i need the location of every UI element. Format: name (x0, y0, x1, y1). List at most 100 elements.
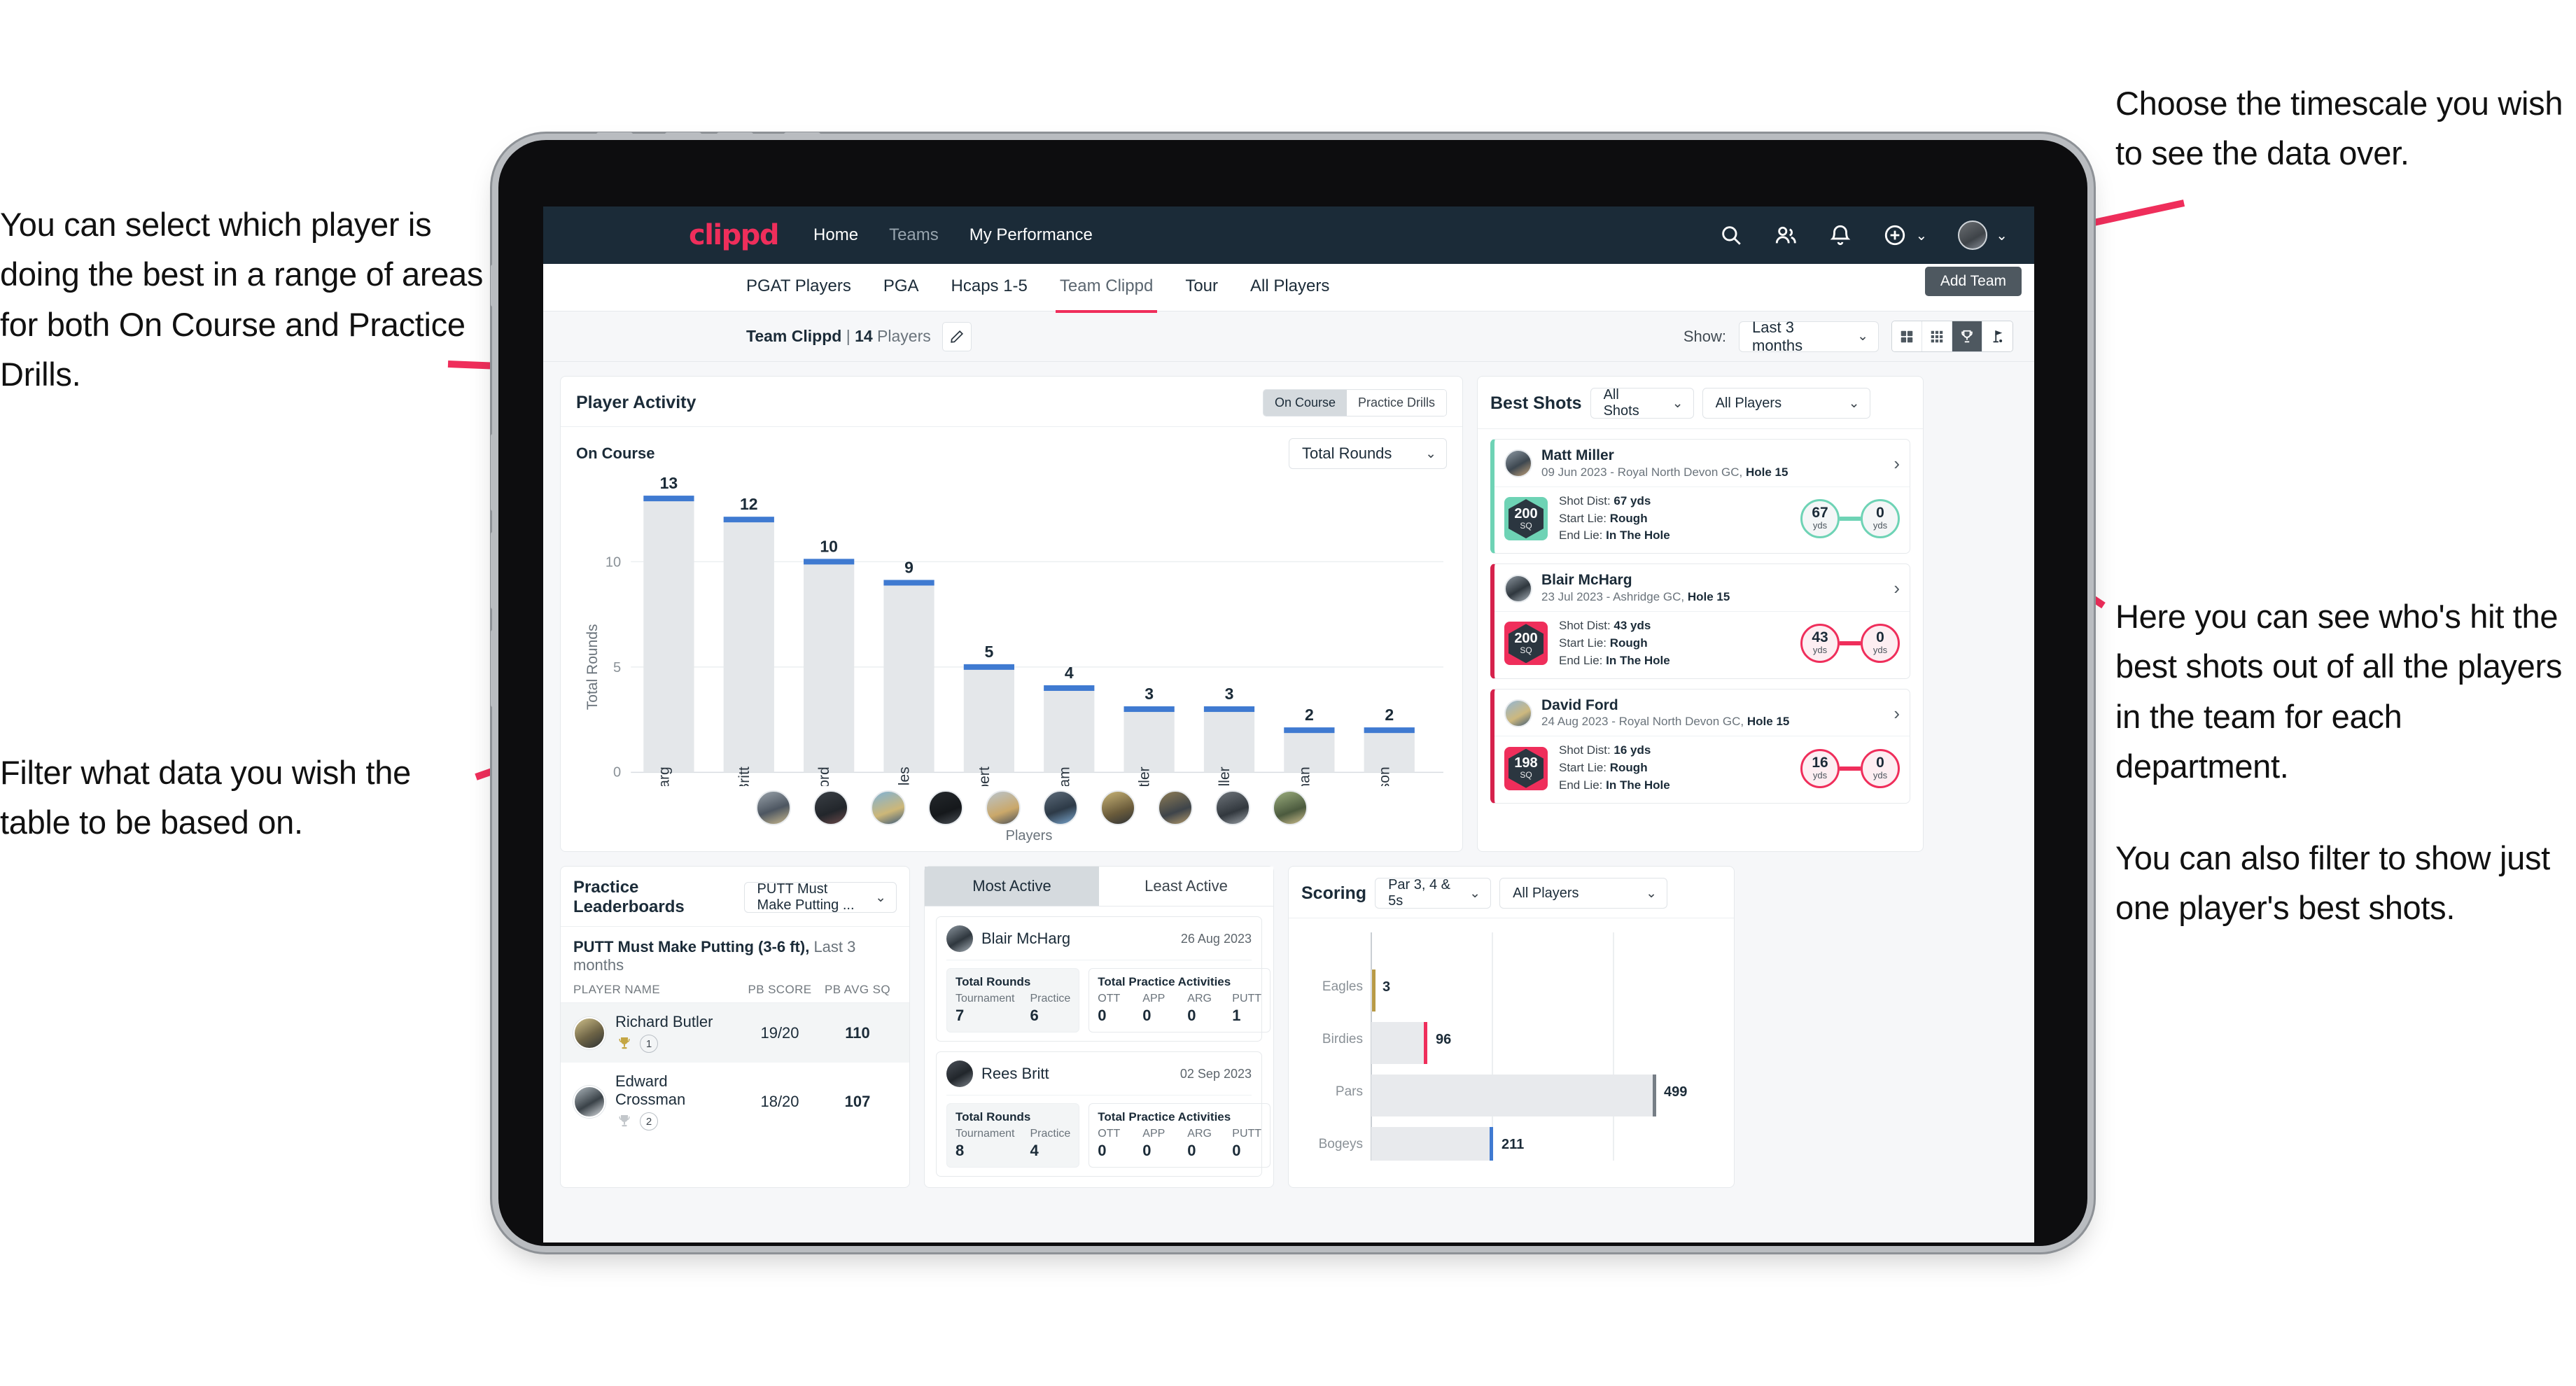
tab-hcaps-1-5[interactable]: Hcaps 1-5 (951, 276, 1028, 299)
scoring-players-select[interactable]: All Players ⌄ (1499, 878, 1668, 909)
table-row[interactable]: Richard Butler 1 19/20 110 (561, 1003, 909, 1063)
drill-select[interactable]: PUTT Must Make Putting ... ⌄ (743, 881, 897, 913)
metric-select[interactable]: Total Rounds ⌄ (1289, 438, 1447, 469)
nav-links: Home Teams My Performance (813, 225, 1093, 245)
player-avatar[interactable] (986, 790, 1021, 826)
player-avatar[interactable] (1158, 790, 1193, 826)
tab-tour[interactable]: Tour (1185, 276, 1218, 299)
practice-putt: PUTT 0 (1232, 1128, 1262, 1159)
tab-team-clippd[interactable]: Team Clippd (1055, 276, 1158, 313)
avatar (1504, 449, 1532, 478)
trophy-icon-button[interactable] (1952, 321, 1982, 351)
player-avatar[interactable] (813, 790, 848, 826)
player-activity-card: Player Activity On Course Practice Drill… (560, 376, 1463, 852)
best-shot-body: 200 SQ Shot Dist: 43 yds Start Lie: Roug… (1494, 611, 1910, 678)
activity-item[interactable]: Blair McHarg 26 Aug 2023 Total Rounds To… (936, 916, 1271, 1042)
device-button (784, 132, 820, 140)
chevron-right-icon[interactable]: › (1893, 453, 1900, 475)
people-icon[interactable] (1774, 223, 1798, 247)
bell-icon[interactable] (1828, 223, 1852, 247)
avatar (1504, 574, 1532, 603)
shot-stats: Shot Dist: 67 yds Start Lie: Rough End L… (1559, 493, 1670, 545)
shot-dist-value: 16 yds (1614, 743, 1651, 757)
show-label: Show: (1683, 327, 1726, 345)
add-team-button[interactable]: Add Team (1924, 267, 2022, 296)
connector-bar (1840, 641, 1861, 646)
best-shot-card[interactable]: Matt Miller 09 Jun 2023 - Royal North De… (1490, 439, 1910, 554)
toggle-on-course[interactable]: On Course (1263, 390, 1347, 416)
tab-all-players[interactable]: All Players (1250, 276, 1329, 299)
player-avatar[interactable] (928, 790, 963, 826)
chevron-right-icon[interactable]: › (1893, 578, 1900, 599)
par-filter-value: Par 3, 4 & 5s (1388, 877, 1451, 909)
shot-meta: 09 Jun 2023 - Royal North Devon GC, Hole… (1541, 465, 1788, 480)
metric-value: Total Rounds (1302, 444, 1392, 462)
profile-menu[interactable]: ⌄ (1958, 220, 2008, 250)
rounds-tournament: Tournament 7 (955, 993, 1015, 1024)
column-player-name: PLAYER NAME (573, 983, 661, 996)
player-name: Matt Miller (1541, 447, 1614, 463)
chevron-right-icon[interactable]: › (1893, 703, 1900, 724)
start-lie-value: Rough (1609, 511, 1648, 525)
svg-text:12: 12 (740, 495, 758, 513)
team-label: Team Clippd | 14 Players (746, 327, 931, 346)
rank-number: 1 (640, 1035, 658, 1053)
svg-text:96: 96 (1436, 1032, 1451, 1047)
end-lie-label: End Lie: (1559, 528, 1606, 542)
bar-chart-svg: 0 5 10 Total Rounds 13 B (584, 477, 1443, 786)
shot-dist-label: Shot Dist: (1559, 493, 1614, 507)
rank-number: 2 (640, 1112, 658, 1130)
to-unit: yds (1872, 769, 1888, 780)
pb-score-value: 19/20 (760, 1023, 799, 1042)
tab-least-active[interactable]: Least Active (1099, 867, 1273, 906)
activity-date: 26 Aug 2023 (1180, 931, 1252, 946)
practice-leaderboards-title: Practice Leaderboards (573, 878, 685, 916)
activity-item[interactable]: Rees Britt 02 Sep 2023 Total Rounds Tour… (936, 1051, 1271, 1177)
hexagon-badge: 200 SQ (1508, 499, 1544, 539)
search-icon[interactable] (1719, 223, 1743, 247)
toolbar-right: Show: Last 3 months ⌄ (1683, 318, 2013, 354)
svg-text:R. Britt: R. Britt (736, 766, 752, 786)
player-activity-header: Player Activity On Course Practice Drill… (561, 377, 1462, 427)
nav-link-home[interactable]: Home (813, 225, 858, 245)
flag-icon (1993, 330, 2002, 342)
annotation-left-top: You can select which player is doing the… (0, 206, 484, 393)
player-avatar[interactable] (1273, 790, 1308, 826)
player-avatar[interactable] (1215, 790, 1250, 826)
shots-filter-select[interactable]: All Shots ⌄ (1590, 387, 1694, 419)
avatar[interactable] (1958, 220, 1988, 250)
grid-large-icon-button[interactable] (1892, 321, 1922, 351)
best-shot-card[interactable]: David Ford 24 Aug 2023 - Royal North Dev… (1490, 688, 1910, 804)
nav-link-my-performance[interactable]: My Performance (969, 225, 1093, 245)
timescale-select[interactable]: Last 3 months ⌄ (1739, 318, 1879, 354)
flag-icon-button[interactable] (1982, 321, 2012, 351)
toggle-practice-drills[interactable]: Practice Drills (1346, 390, 1446, 416)
par-filter-select[interactable]: Par 3, 4 & 5s ⌄ (1375, 877, 1492, 909)
player-avatar[interactable] (1043, 790, 1078, 826)
players-filter-select[interactable]: All Players ⌄ (1702, 388, 1870, 419)
add-menu[interactable]: ⌄ (1883, 223, 1927, 247)
player-avatar[interactable] (1100, 790, 1135, 826)
chevron-down-icon: ⌄ (1848, 396, 1860, 411)
best-shot-info: Blair McHarg 23 Jul 2023 - Ashridge GC, … (1541, 572, 1730, 605)
svg-text:D. Ford: D. Ford (816, 766, 832, 786)
column-pb-avg-sq: PB AVG SQ (825, 983, 890, 996)
best-shot-card[interactable]: Blair McHarg 23 Jul 2023 - Ashridge GC, … (1490, 564, 1910, 679)
shot-hole: Hole 15 (1687, 590, 1730, 604)
tab-pga[interactable]: PGA (883, 276, 919, 299)
grid-small-icon-button[interactable] (1922, 321, 1952, 351)
nav-link-teams[interactable]: Teams (889, 225, 939, 245)
table-row[interactable]: Edward Crossman 2 18/20 107 (561, 1063, 909, 1140)
svg-text:3: 3 (1382, 979, 1390, 995)
distance-dumbbell: 67 yds 0 yds (1800, 499, 1900, 539)
tab-most-active[interactable]: Most Active (925, 867, 1099, 906)
player-avatar[interactable] (871, 790, 906, 826)
plus-circle-icon[interactable] (1883, 223, 1907, 247)
edit-team-button[interactable] (941, 321, 972, 351)
player-avatar[interactable] (756, 790, 791, 826)
tab-pgat-players[interactable]: PGAT Players (746, 276, 851, 299)
shots-filter-value: All Shots (1603, 387, 1639, 419)
annotation-left-bottom: Filter what data you wish the table to b… (0, 754, 411, 841)
practice-values: OTT 0 APP 0 ARG 0 PUTT 0 (1098, 1128, 1261, 1160)
clippd-logo[interactable]: clippd (689, 219, 780, 251)
